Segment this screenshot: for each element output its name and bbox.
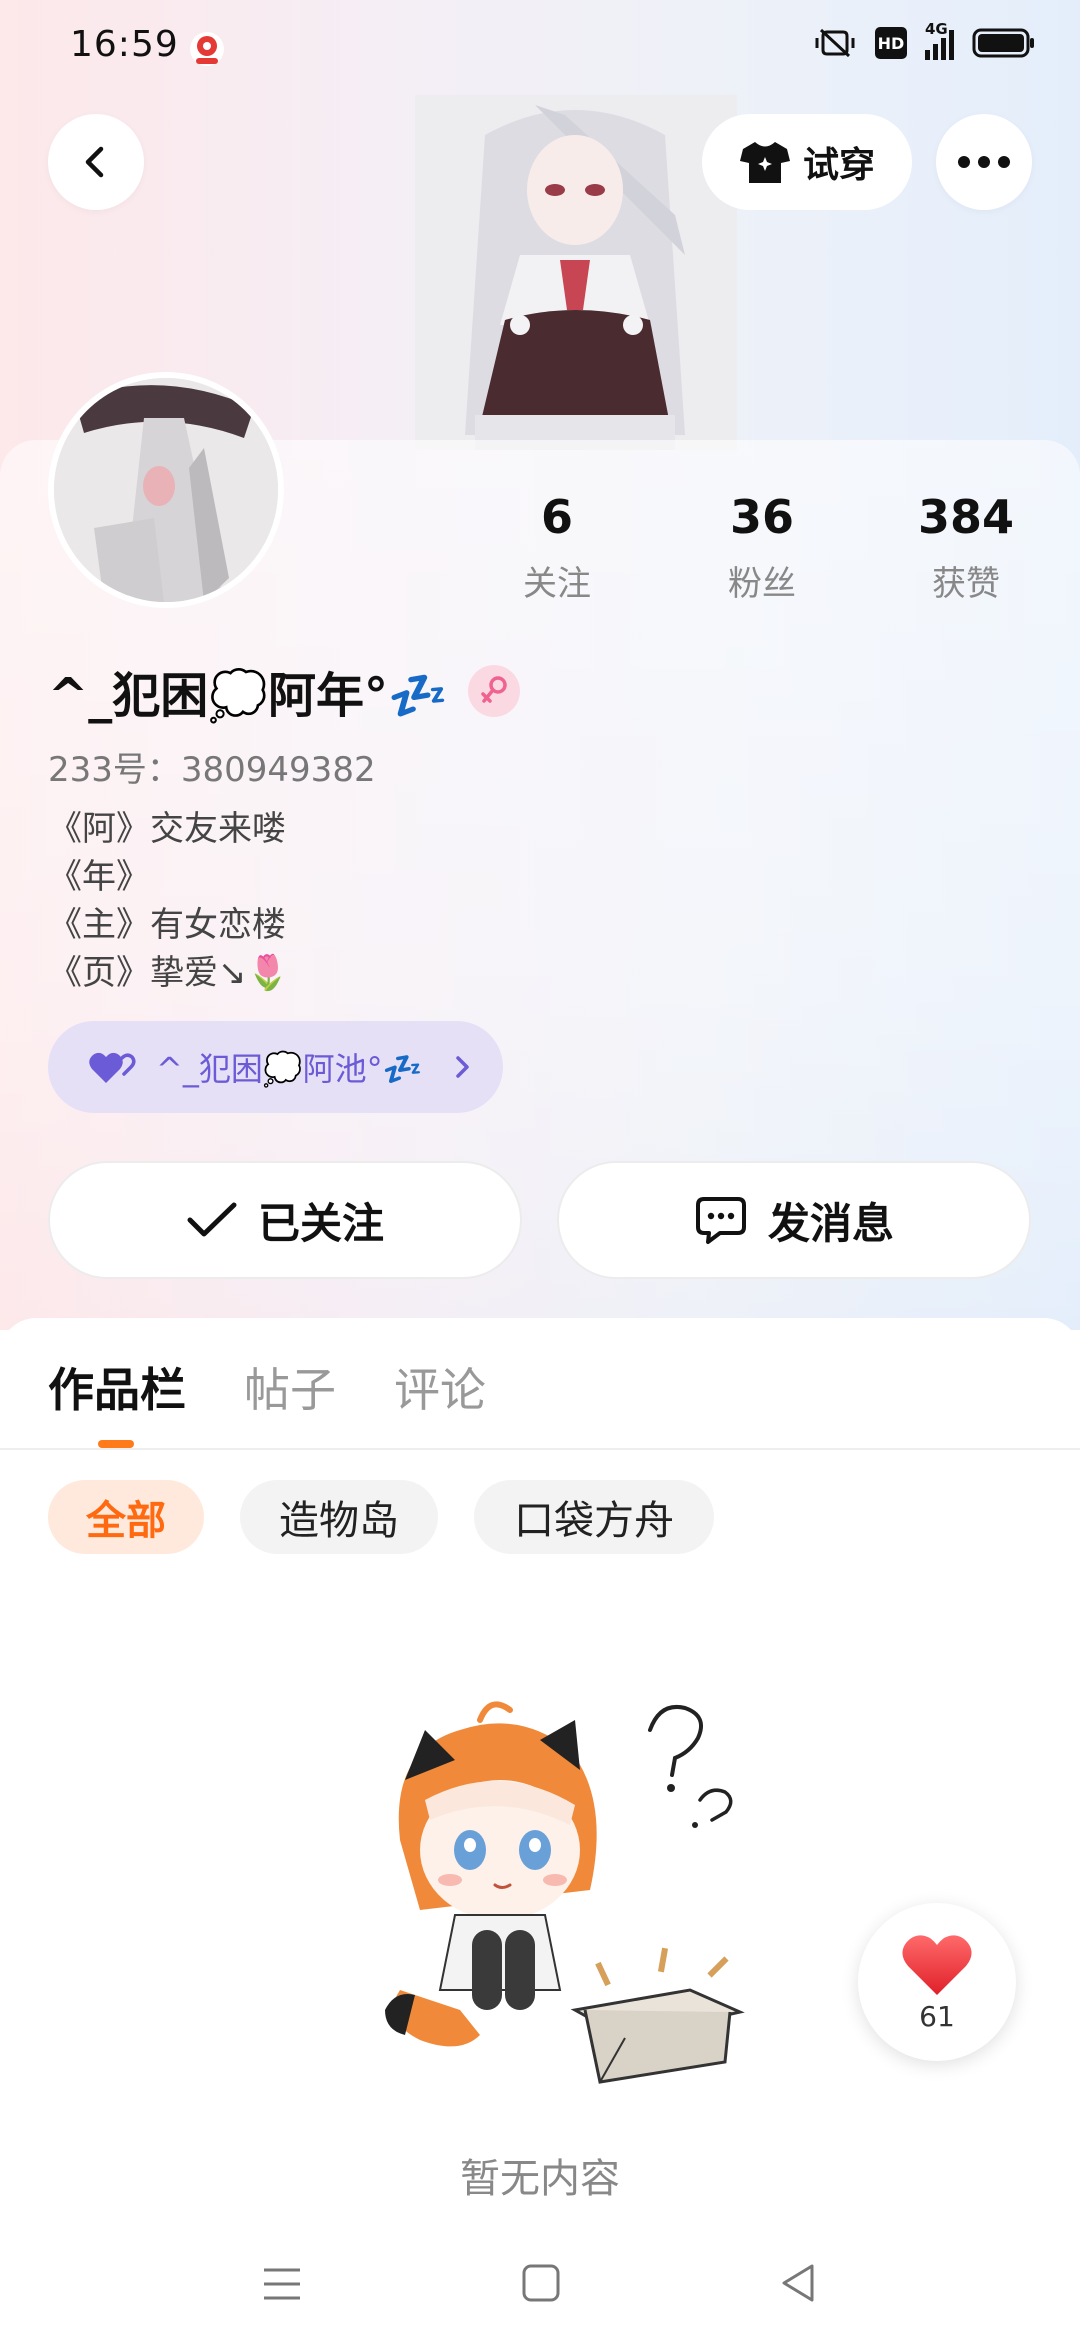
more-dots-icon — [958, 156, 1010, 168]
status-bar: 16:59 HD 4G — [0, 0, 1080, 96]
network-label: 4G — [925, 20, 948, 38]
follow-button[interactable]: 已关注 — [48, 1161, 522, 1279]
follow-label: 已关注 — [257, 1198, 384, 1248]
followers-count: 36 — [729, 490, 794, 544]
stat-followers[interactable]: 36 粉丝 — [682, 490, 842, 605]
bio-line: 《主》有女恋楼 — [48, 905, 286, 945]
likes-label: 获赞 — [932, 564, 1000, 604]
chevron-left-icon — [85, 146, 104, 178]
try-on-button[interactable]: 试穿 — [702, 114, 912, 210]
bio-line: 《阿》交友来喽 — [48, 809, 286, 849]
vibrate-icon — [815, 28, 855, 58]
back-button[interactable] — [48, 114, 144, 210]
message-label: 发消息 — [767, 1198, 894, 1248]
hd-label: HD — [877, 33, 905, 53]
status-time: 16:59 — [70, 24, 179, 65]
filter-chip-creation-island[interactable]: 造物岛 — [240, 1480, 438, 1554]
bio-line: 《页》挚爱↘🌷 — [48, 953, 289, 993]
following-count: 6 — [540, 490, 573, 544]
username-text: ^_犯困💭阿年°💤 — [48, 668, 448, 724]
filter-chip-pocket-ark[interactable]: 口袋方舟 — [474, 1480, 714, 1554]
partner-name: ^_犯困💭阿池°💤 — [156, 1050, 423, 1088]
female-gender-icon — [467, 665, 520, 717]
stat-following[interactable]: 6 关注 — [477, 490, 637, 605]
hd-icon: HD — [875, 27, 907, 59]
empty-state-text: 暂无内容 — [460, 2156, 620, 2202]
battery-icon — [972, 28, 1034, 58]
chat-bubble-icon — [695, 1197, 746, 1244]
stat-likes: 384 获赞 — [886, 490, 1046, 605]
bio-line: 《年》 — [48, 857, 150, 897]
empty-state-illustration — [385, 1701, 745, 2084]
likes-count: 384 — [917, 490, 1015, 544]
system-navigation-bar — [0, 2228, 1080, 2340]
back-nav-icon[interactable] — [780, 2262, 816, 2304]
signal-icon: 4G — [925, 20, 954, 60]
message-button[interactable]: 发消息 — [557, 1161, 1031, 1279]
profile-username: ^_犯困💭阿年°💤 — [48, 656, 520, 726]
filter-chip-all[interactable]: 全部 — [48, 1480, 204, 1554]
avatar[interactable] — [48, 372, 284, 608]
checkmark-icon — [187, 1202, 237, 1237]
tshirt-icon — [739, 142, 790, 183]
user-id: 233号：380949382 — [48, 750, 376, 790]
menu-nav-icon[interactable] — [262, 2266, 302, 2302]
following-label: 关注 — [523, 564, 591, 604]
home-nav-icon[interactable] — [522, 2264, 560, 2302]
tab-works[interactable]: 作品栏 — [48, 1354, 186, 1420]
followers-label: 粉丝 — [728, 564, 796, 604]
tab-posts[interactable]: 帖子 — [244, 1354, 336, 1420]
try-on-label: 试穿 — [802, 145, 875, 186]
more-button[interactable] — [936, 114, 1032, 210]
couple-hearts-icon — [89, 1052, 136, 1083]
heart-icon — [902, 1934, 972, 1995]
like-count: 61 — [919, 1999, 955, 2033]
tab-comments[interactable]: 评论 — [394, 1354, 486, 1420]
tab-divider — [0, 1448, 1080, 1450]
bio: 《阿》交友来喽 《年》 《主》有女恋楼 《页》挚爱↘🌷 — [48, 805, 289, 997]
like-floating-button[interactable]: 61 — [858, 1903, 1016, 2061]
active-tab-indicator — [98, 1440, 134, 1448]
partner-link[interactable]: ^_犯困💭阿池°💤 — [48, 1021, 503, 1113]
avatar-cover-image — [415, 95, 737, 450]
chevron-right-icon — [455, 1056, 469, 1078]
notification-app-icon — [190, 32, 224, 66]
